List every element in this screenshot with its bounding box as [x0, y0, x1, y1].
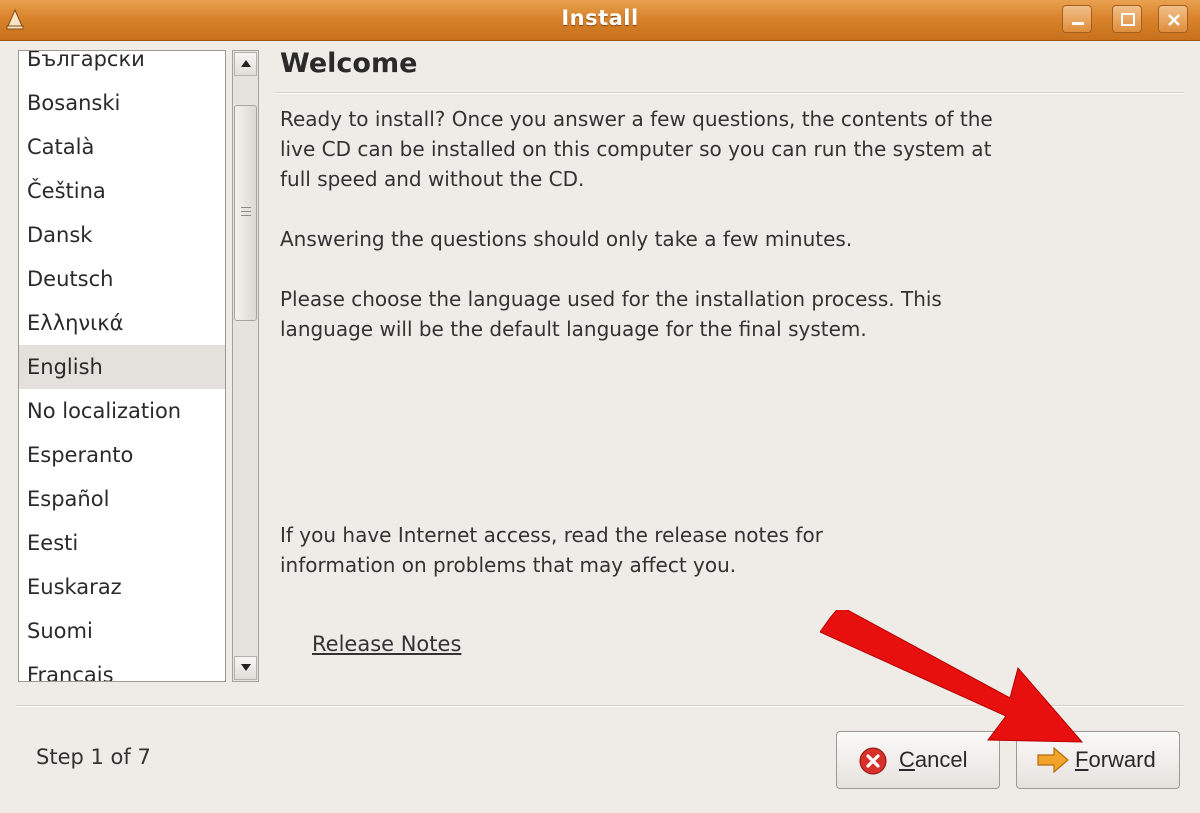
language-item[interactable]: Dansk	[19, 213, 225, 257]
language-item[interactable]: No localization	[19, 389, 225, 433]
language-item[interactable]: Español	[19, 477, 225, 521]
red-arrow-annotation	[820, 610, 1084, 743]
language-item[interactable]: Ελληνικά	[19, 301, 225, 345]
minimize-icon	[1072, 22, 1084, 25]
grip-line	[241, 207, 251, 208]
language-item[interactable]: Euskaraz	[19, 565, 225, 609]
release-notes-link[interactable]: Release Notes	[312, 632, 461, 656]
arrow-up-icon	[241, 60, 251, 67]
scroll-up-button[interactable]	[234, 52, 257, 76]
scroll-down-button[interactable]	[234, 656, 257, 680]
language-item[interactable]: Esperanto	[19, 433, 225, 477]
language-item[interactable]: Català	[19, 125, 225, 169]
header-divider	[276, 92, 1184, 94]
language-item[interactable]: Suomi	[19, 609, 225, 653]
window-title: Install	[561, 6, 639, 30]
language-item[interactable]: Čeština	[19, 169, 225, 213]
window-titlebar[interactable]: Install	[0, 0, 1200, 41]
duration-text: Answering the questions should only take…	[280, 227, 853, 251]
maximize-button[interactable]	[1112, 5, 1142, 33]
language-item[interactable]: English	[19, 345, 225, 389]
language-instructions: Please choose the language used for the …	[280, 287, 942, 341]
close-button[interactable]	[1158, 5, 1188, 33]
release-notes-info: If you have Internet access, read the re…	[280, 523, 823, 577]
language-item[interactable]: Bosanski	[19, 81, 225, 125]
intro-text: Ready to install? Once you answer a few …	[280, 107, 993, 191]
language-list-scrollbar[interactable]	[232, 50, 259, 682]
arrow-down-icon	[241, 664, 251, 671]
language-item[interactable]: Français	[19, 653, 225, 681]
language-list[interactable]: Български Bosanski Català Čeština Dansk Deuts…	[18, 50, 226, 682]
language-item[interactable]: Български	[19, 51, 225, 81]
close-icon	[1168, 14, 1180, 26]
language-item[interactable]: Eesti	[19, 521, 225, 565]
page-title: Welcome	[280, 48, 418, 79]
language-item[interactable]: Deutsch	[19, 257, 225, 301]
scrollbar-thumb[interactable]	[234, 105, 257, 321]
grip-line	[241, 211, 251, 212]
grip-line	[241, 215, 251, 216]
maximize-icon	[1121, 13, 1135, 26]
minimize-button[interactable]	[1062, 5, 1092, 33]
step-indicator: Step 1 of 7	[36, 745, 151, 769]
